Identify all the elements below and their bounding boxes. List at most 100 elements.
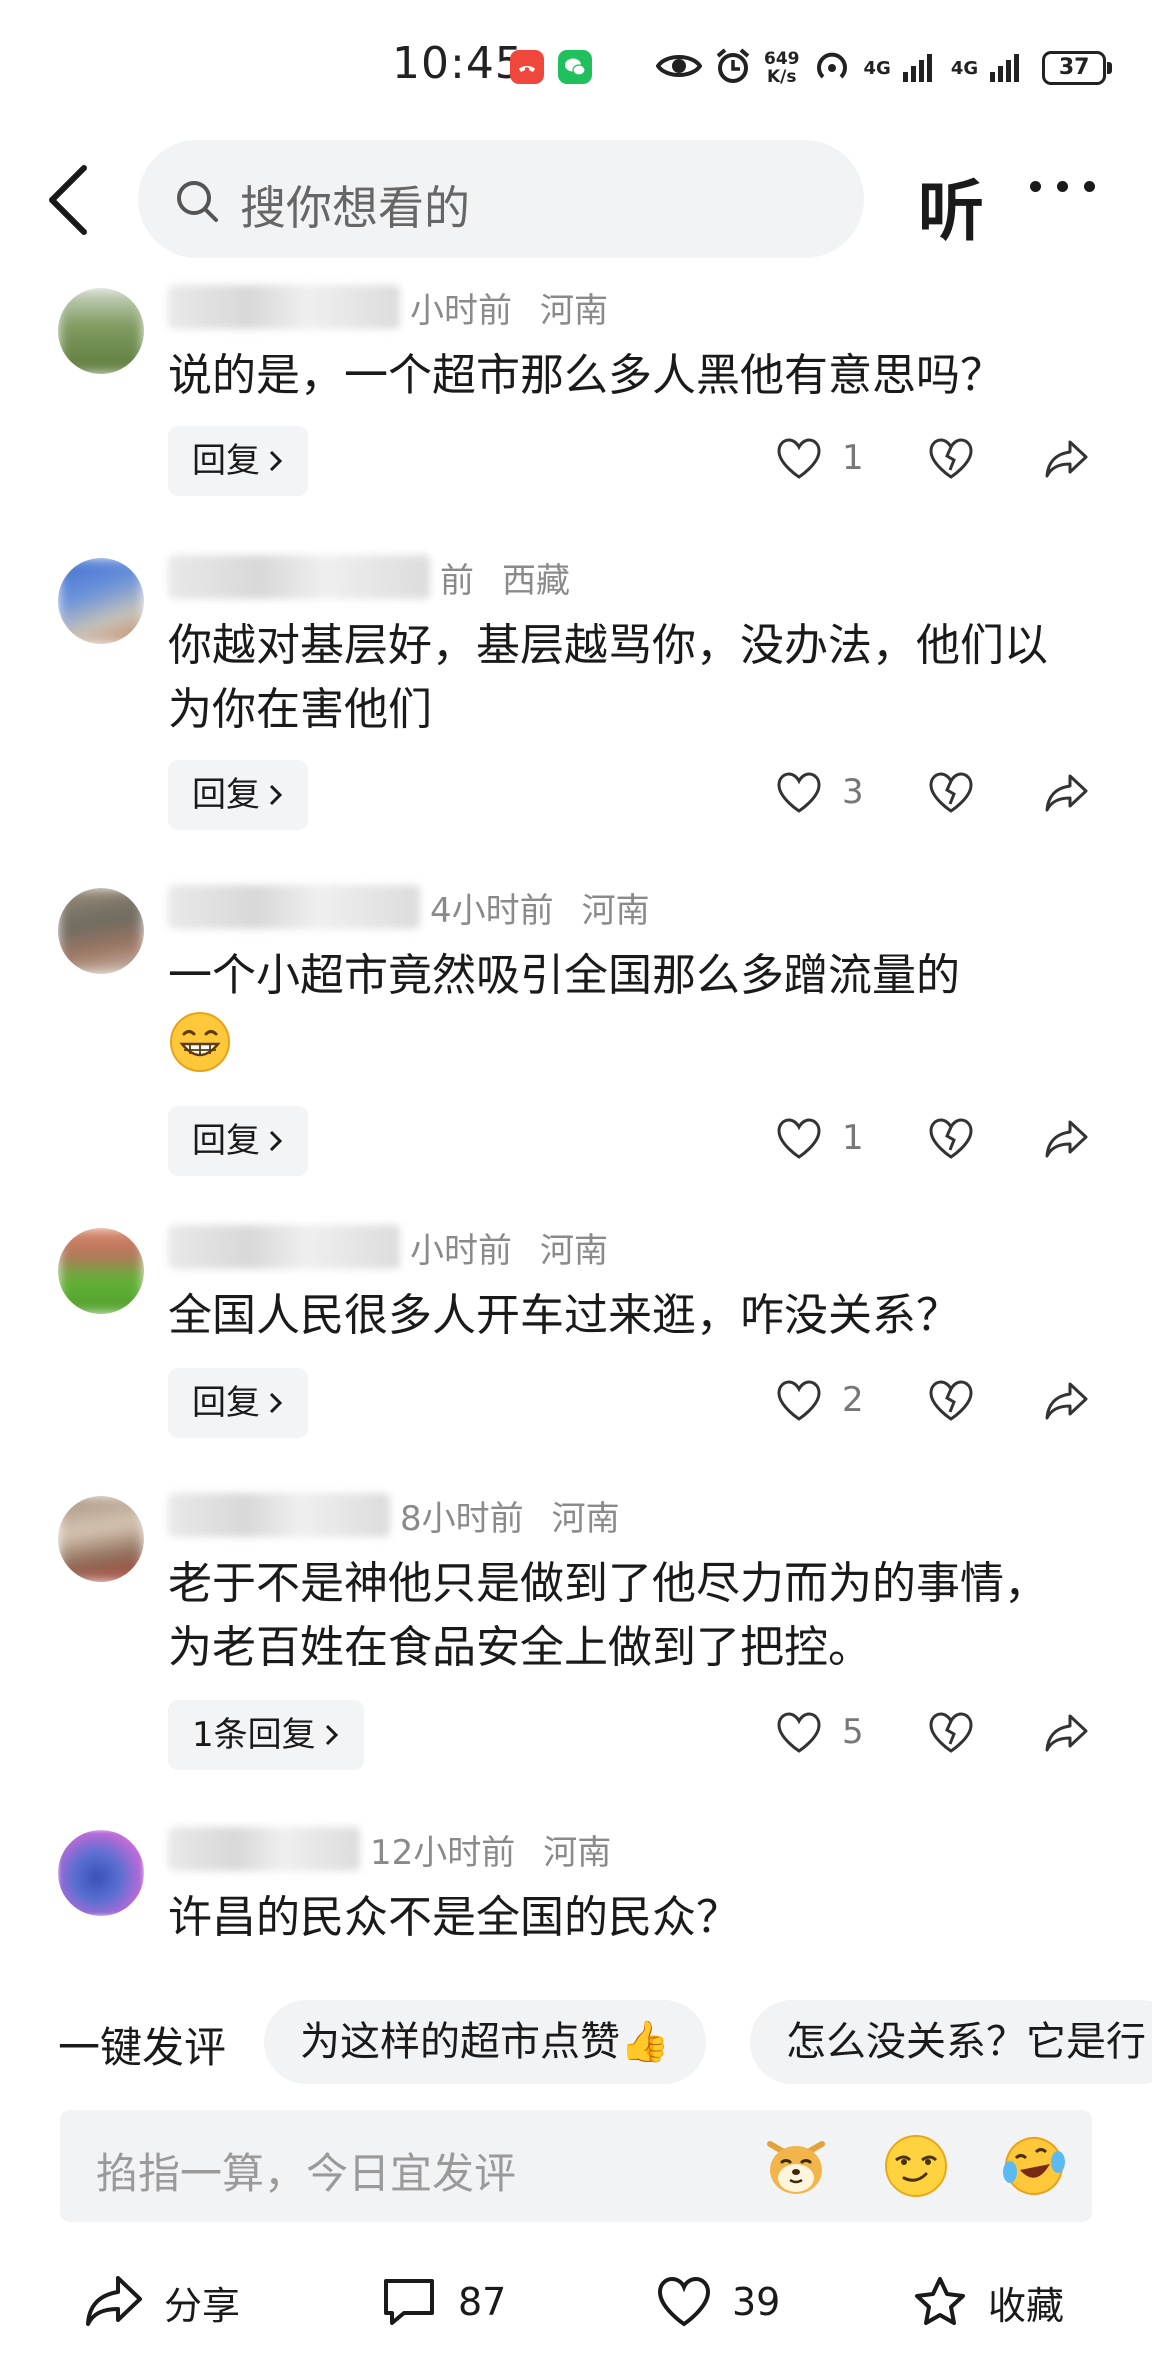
chevron-right-icon [269,1130,283,1152]
reply-button[interactable]: 回复 [168,426,308,496]
like-icon[interactable] [776,1380,822,1422]
like-icon[interactable] [776,438,822,480]
comment-count: 87 [458,2280,507,2324]
share-icon[interactable] [1044,772,1090,814]
chevron-right-icon [269,450,283,472]
missed-call-notification-icon [510,50,544,84]
share-button[interactable]: 分享 [84,2270,240,2334]
reply-button[interactable]: 回复 [168,760,308,830]
share-icon[interactable] [1044,438,1090,480]
comment-text: 许昌的民众不是全国的民众？ [168,1892,740,1943]
avatar[interactable] [58,558,144,644]
doge-emoji-icon[interactable] [762,2132,830,2200]
reply-label: 回复 [192,775,260,815]
comment-list[interactable]: 小时前 河南 说的是，一个超市那么多人黑他有意思吗？ 回复 1 前 西藏 你越对… [0,270,1152,1980]
favorite-button[interactable]: 收藏 [912,2270,1064,2334]
broken-heart-icon[interactable] [928,1118,974,1160]
like-count: 1 [842,1118,864,1158]
like-icon[interactable] [776,1712,822,1754]
search-icon [177,181,218,222]
avatar[interactable] [58,1496,144,1582]
quick-comment-row: 一键发评 为这样的超市点赞👍 怎么没关系？它是行 [0,1996,1152,2086]
comment-actions: 1 [776,1106,1116,1176]
share-icon[interactable] [1044,1712,1090,1754]
comment-meta: 8小时前 河南 [168,1490,620,1540]
comment-location: 河南 [540,290,608,331]
username-blurred[interactable] [168,285,400,329]
comment-text: 老于不是神他只是做到了他尽力而为的事情，为老百姓在食品安全上做到了把控。 [168,1558,1048,1673]
reply-button[interactable]: 1条回复 [168,1700,364,1770]
comment-location: 河南 [543,1832,612,1873]
comment-actions: 1 [776,426,1116,496]
avatar[interactable] [58,1228,144,1314]
reply-label: 回复 [192,441,260,481]
battery-level: 37 [1058,55,1090,80]
username-blurred[interactable] [168,555,430,599]
comment-text: 全国人民很多人开车过来逛，咋没关系？ [168,1290,960,1341]
listen-button[interactable]: 听 [918,158,984,254]
quick-comment-label: 一键发评 [58,2023,227,2072]
like-icon[interactable] [776,1118,822,1160]
comment-item: 4小时前 河南 一个小超市竟然吸引全国那么多蹭流量的 回复 1 [0,880,1152,1190]
comment-bubble-icon [384,2279,434,2325]
username-blurred[interactable] [168,1225,400,1269]
comment-time: 8小时前 [400,1498,524,1539]
eye-icon [655,51,703,85]
favorite-label: 收藏 [988,2283,1065,2328]
username-blurred[interactable] [168,1827,360,1871]
comment-location: 西藏 [502,560,570,601]
like-count: 2 [842,1380,864,1420]
username-blurred[interactable] [168,885,420,929]
laughing-crying-emoji-icon[interactable] [1000,2132,1068,2200]
comment-item: 8小时前 河南 老于不是神他只是做到了他尽力而为的事情，为老百姓在食品安全上做到… [0,1488,1152,1798]
comment-text-body: 一个小超市竟然吸引全国那么多蹭流量的 [168,950,960,1001]
comment-input[interactable]: 掐指一算，今日宜发评 [60,2110,1092,2222]
grinning-emoji-icon [170,1012,230,1072]
broken-heart-icon[interactable] [928,438,974,480]
chevron-right-icon [325,1724,338,1746]
search-bar[interactable]: 搜你想看的 [138,140,864,258]
comment-meta: 前 西藏 [168,552,570,602]
quick-comment-chip[interactable]: 怎么没关系？它是行 [750,2000,1152,2084]
broken-heart-icon[interactable] [928,1380,974,1422]
avatar[interactable] [58,288,144,374]
back-button[interactable] [44,160,104,240]
back-arrow-icon [49,165,87,235]
network-speed: 649 K/s [764,50,800,86]
broken-heart-icon[interactable] [928,772,974,814]
share-icon[interactable] [1044,1118,1090,1160]
comment-time: 小时前 [410,1230,512,1271]
like-button[interactable]: 39 [656,2270,780,2334]
comment-actions: 5 [776,1700,1116,1770]
share-icon[interactable] [1044,1380,1090,1422]
like-icon[interactable] [776,772,822,814]
comments-button[interactable]: 87 [380,2270,506,2334]
battery-indicator: 37 [1042,51,1113,85]
speed-unit: K/s [766,67,797,87]
avatar[interactable] [58,888,144,974]
chevron-right-icon [269,784,283,806]
smirk-emoji-icon[interactable] [882,2132,950,2200]
wechat-notification-icon [558,50,592,84]
status-time: 10:45 [392,38,524,89]
status-icons: 649 K/s 4G 4G 37 [655,44,1113,92]
comment-time: 小时前 [410,290,512,331]
comment-location: 河南 [551,1498,620,1539]
reply-button[interactable]: 回复 [168,1368,308,1438]
comment-location: 河南 [581,890,650,931]
reply-button[interactable]: 回复 [168,1106,308,1176]
comment-time: 前 [440,560,474,601]
broken-heart-icon[interactable] [928,1712,974,1754]
avatar[interactable] [58,1830,144,1916]
reply-label: 1条回复 [192,1715,316,1755]
speed-value: 649 [764,49,800,69]
bottom-toolbar: 分享 87 39 收藏 [0,2256,1152,2352]
comment-text: 你越对基层好，基层越骂你，没办法，他们以为你在害他们 [168,620,1048,735]
share-label: 分享 [164,2283,241,2328]
like-count: 39 [732,2280,781,2324]
signal-icon-2 [990,50,1026,86]
username-blurred[interactable] [168,1493,390,1537]
more-options-icon[interactable] [1030,176,1100,196]
quick-comment-chip[interactable]: 为这样的超市点赞👍 [264,2000,706,2084]
network-type-2: 4G [950,57,979,79]
